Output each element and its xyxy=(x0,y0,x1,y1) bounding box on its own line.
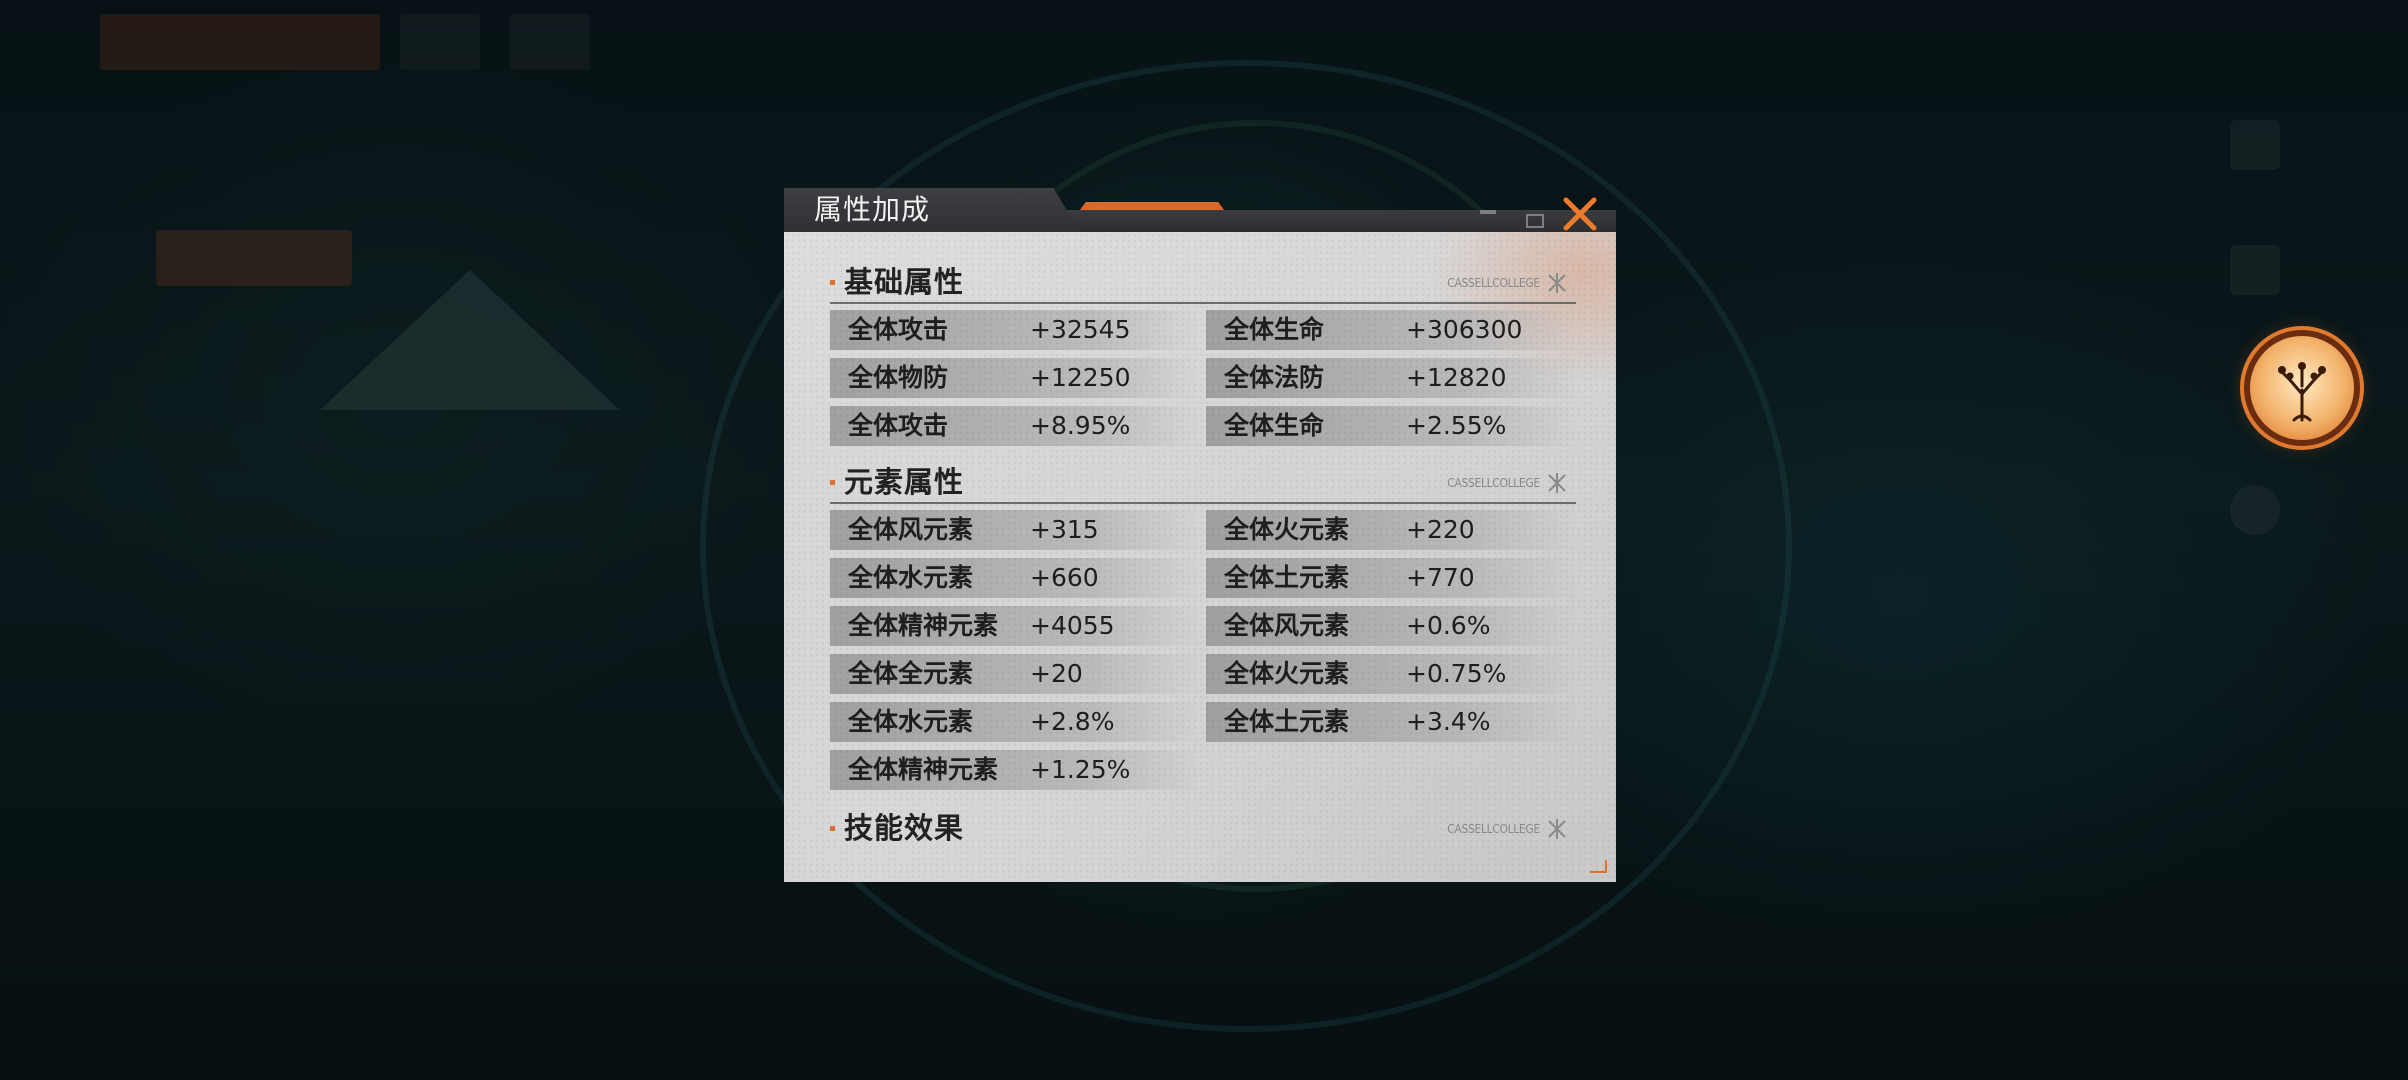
attribute-label: 全体风元素 xyxy=(1224,611,1350,640)
attribute-cell: 全体物防 +12250 xyxy=(830,358,1202,398)
section-bullet xyxy=(830,480,835,485)
accent-strip xyxy=(1080,202,1224,210)
attribute-cell: 全体火元素 +220 xyxy=(1206,510,1578,550)
watermark-text: CASSELLCOLLEGE xyxy=(1447,822,1540,836)
attribute-label: 全体火元素 xyxy=(1224,659,1350,688)
attribute-value: +32545 xyxy=(1030,315,1131,344)
attribute-cell: 全体土元素 +770 xyxy=(1206,558,1578,598)
attribute-label: 全体全元素 xyxy=(848,659,974,688)
attribute-label: 全体风元素 xyxy=(848,515,974,544)
section-bullet xyxy=(830,280,835,285)
section-title: 元素属性 xyxy=(844,465,965,499)
attribute-label: 全体精神元素 xyxy=(848,611,999,640)
college-logo-icon xyxy=(1548,473,1566,493)
attribute-label: 全体土元素 xyxy=(1224,707,1350,736)
attribute-bonus-dialog: 属性加成 基础属性 CASSELLCOLLEGE 全体攻击 +32545 全体生… xyxy=(784,188,1616,882)
attribute-value: +1.25% xyxy=(1030,755,1131,784)
attribute-value: +306300 xyxy=(1406,315,1523,344)
attribute-label: 全体攻击 xyxy=(848,315,949,344)
attribute-cell: 全体攻击 +32545 xyxy=(830,310,1202,350)
attribute-cell: 全体水元素 +660 xyxy=(830,558,1202,598)
watermark-text: CASSELLCOLLEGE xyxy=(1447,476,1540,490)
attribute-label: 全体水元素 xyxy=(848,707,974,736)
watermark: CASSELLCOLLEGE xyxy=(1437,272,1568,294)
watermark-text: CASSELLCOLLEGE xyxy=(1447,276,1540,290)
attribute-value: +20 xyxy=(1030,659,1083,688)
attribute-label: 全体法防 xyxy=(1224,363,1325,392)
attribute-value: +770 xyxy=(1406,563,1475,592)
close-x-icon xyxy=(1563,197,1597,231)
college-logo-icon xyxy=(1548,273,1566,293)
attribute-grid: 全体攻击 +32545 全体生命 +306300 全体物防 +12250 全体法… xyxy=(830,304,1578,454)
attribute-value: +2.55% xyxy=(1406,411,1507,440)
attribute-label: 全体精神元素 xyxy=(848,755,999,784)
dialog-header: 属性加成 xyxy=(784,188,1616,232)
attribute-label: 全体火元素 xyxy=(1224,515,1350,544)
attribute-cell: 全体精神元素 +4055 xyxy=(830,606,1202,646)
attribute-value: +0.75% xyxy=(1406,659,1507,688)
attribute-cell: 全体风元素 +315 xyxy=(830,510,1202,550)
attribute-label: 全体生命 xyxy=(1224,315,1325,344)
attribute-label: 全体水元素 xyxy=(848,563,974,592)
watermark: CASSELLCOLLEGE xyxy=(1437,818,1568,840)
section-element-attributes: 元素属性 CASSELLCOLLEGE 全体风元素 +315 全体火元素 +22… xyxy=(830,462,1578,794)
attribute-cell: 全体全元素 +20 xyxy=(830,654,1202,694)
attribute-value: +220 xyxy=(1406,515,1475,544)
section-header: 基础属性 CASSELLCOLLEGE xyxy=(830,262,1576,304)
section-bullet xyxy=(830,826,835,831)
attribute-cell: 全体攻击 +8.95% xyxy=(830,406,1202,446)
attribute-cell: 全体土元素 +3.4% xyxy=(1206,702,1578,742)
attribute-value: +660 xyxy=(1030,563,1099,592)
section-skill-effects: 技能效果 CASSELLCOLLEGE xyxy=(830,808,1576,848)
attribute-cell: 全体水元素 +2.8% xyxy=(830,702,1202,742)
attribute-value: +12250 xyxy=(1030,363,1131,392)
maximize-mark xyxy=(1526,214,1544,228)
dialog-title: 属性加成 xyxy=(814,193,931,226)
dialog-body: 基础属性 CASSELLCOLLEGE 全体攻击 +32545 全体生命 +30… xyxy=(784,232,1616,882)
attribute-grid: 全体风元素 +315 全体火元素 +220 全体水元素 +660 全体土元素 +… xyxy=(830,504,1578,794)
attribute-value: +12820 xyxy=(1406,363,1507,392)
section-title: 基础属性 xyxy=(844,265,965,299)
corner-decoration-icon xyxy=(1590,860,1607,873)
attribute-cell: 全体生命 +306300 xyxy=(1206,310,1578,350)
attribute-label: 全体土元素 xyxy=(1224,563,1350,592)
close-button[interactable] xyxy=(1558,194,1602,234)
section-title: 技能效果 xyxy=(844,811,965,845)
section-basic-attributes: 基础属性 CASSELLCOLLEGE 全体攻击 +32545 全体生命 +30… xyxy=(830,262,1578,454)
attribute-cell: 全体法防 +12820 xyxy=(1206,358,1578,398)
attribute-cell: 全体风元素 +0.6% xyxy=(1206,606,1578,646)
minimize-mark xyxy=(1480,210,1496,214)
attribute-cell: 全体火元素 +0.75% xyxy=(1206,654,1578,694)
attribute-value: +4055 xyxy=(1030,611,1115,640)
attribute-value: +8.95% xyxy=(1030,411,1131,440)
tree-emblem-icon[interactable] xyxy=(2250,336,2354,440)
attribute-value: +3.4% xyxy=(1406,707,1491,736)
attribute-cell: 全体生命 +2.55% xyxy=(1206,406,1578,446)
attribute-label: 全体生命 xyxy=(1224,411,1325,440)
attribute-label: 全体物防 xyxy=(848,363,949,392)
attribute-value: +0.6% xyxy=(1406,611,1491,640)
watermark: CASSELLCOLLEGE xyxy=(1437,472,1568,494)
attribute-cell: 全体精神元素 +1.25% xyxy=(830,750,1202,790)
college-logo-icon xyxy=(1548,819,1566,839)
attribute-value: +2.8% xyxy=(1030,707,1115,736)
section-header: 技能效果 CASSELLCOLLEGE xyxy=(830,808,1576,848)
section-header: 元素属性 CASSELLCOLLEGE xyxy=(830,462,1576,504)
attribute-label: 全体攻击 xyxy=(848,411,949,440)
attribute-value: +315 xyxy=(1030,515,1099,544)
